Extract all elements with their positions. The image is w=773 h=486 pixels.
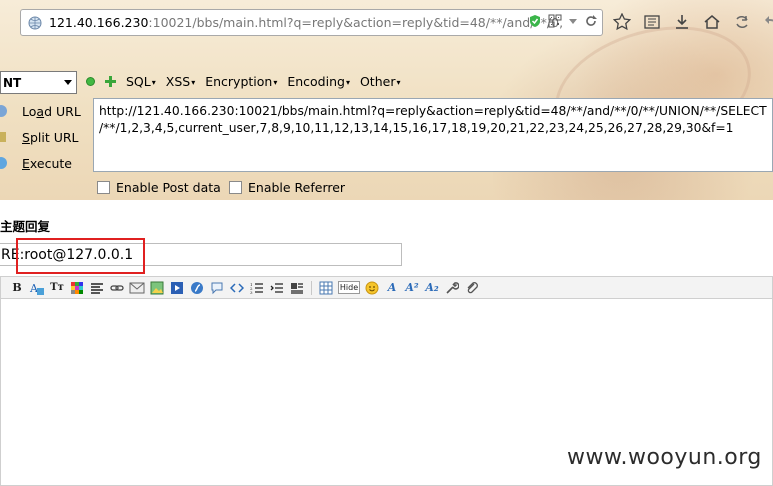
load-url-label-c: d URL bbox=[44, 103, 81, 119]
execute-label: Execute bbox=[22, 156, 72, 171]
enable-post-label: Enable Post data bbox=[116, 180, 221, 195]
menu-xss[interactable]: XSS bbox=[166, 74, 195, 89]
page-title: 主题回复 bbox=[0, 219, 51, 234]
menu-other[interactable]: Other bbox=[360, 74, 401, 89]
execute-label-a: E bbox=[22, 155, 30, 171]
svg-text:3: 3 bbox=[250, 290, 253, 295]
hackbar-url-textarea[interactable]: http://121.40.166.230:10021/bbs/main.htm… bbox=[93, 98, 773, 172]
font-color-icon[interactable]: A bbox=[29, 280, 45, 296]
table-icon[interactable] bbox=[318, 280, 334, 296]
subscript-icon[interactable]: A₂ bbox=[424, 280, 440, 296]
hackbar-menu: SQL XSS Encryption Encoding Other bbox=[86, 74, 400, 89]
enable-referrer-checkbox[interactable]: Enable Referrer bbox=[229, 180, 345, 195]
chevron-down-icon bbox=[64, 80, 72, 85]
split-url-icon bbox=[0, 130, 8, 144]
shield-icon[interactable] bbox=[528, 14, 542, 31]
load-url-label-a: Lo bbox=[22, 103, 37, 119]
code-icon[interactable] bbox=[229, 280, 245, 296]
browser-toolbar-buttons bbox=[612, 12, 773, 32]
smiley-icon[interactable] bbox=[364, 280, 380, 296]
bold-icon[interactable]: B bbox=[9, 280, 25, 296]
refresh-icon[interactable] bbox=[584, 14, 598, 31]
plus-icon[interactable] bbox=[105, 76, 116, 87]
superscript-icon[interactable]: A² bbox=[404, 280, 420, 296]
qr-code-icon[interactable] bbox=[548, 14, 562, 31]
ordered-list-icon[interactable]: 123 bbox=[249, 280, 265, 296]
hide-button[interactable]: Hide bbox=[338, 281, 360, 294]
execute-button[interactable]: Execute bbox=[0, 153, 90, 173]
color-grid-icon[interactable] bbox=[69, 280, 85, 296]
split-url-label: Split URL bbox=[22, 130, 79, 145]
wrench-icon[interactable] bbox=[444, 280, 460, 296]
load-url-button[interactable]: Load URL bbox=[0, 101, 90, 121]
star-icon[interactable] bbox=[612, 12, 632, 32]
quote-icon[interactable] bbox=[209, 280, 225, 296]
execute-label-b: xecute bbox=[29, 155, 72, 171]
menu-encryption[interactable]: Encryption bbox=[205, 74, 277, 89]
image-icon[interactable] bbox=[149, 280, 165, 296]
float-image-icon[interactable] bbox=[289, 280, 305, 296]
execute-icon bbox=[0, 156, 8, 170]
green-dot-icon[interactable] bbox=[86, 77, 95, 86]
load-url-label: Load URL bbox=[22, 104, 81, 119]
referrer-checkbox-box[interactable] bbox=[229, 181, 242, 194]
home-icon[interactable] bbox=[702, 12, 722, 32]
browser-chrome: 121.40.166.230:10021/bbs/main.html?q=rep… bbox=[0, 0, 773, 200]
indent-icon[interactable] bbox=[269, 280, 285, 296]
reader-icon[interactable] bbox=[642, 12, 662, 32]
post-checkbox-box[interactable] bbox=[97, 181, 110, 194]
menu-sql[interactable]: SQL bbox=[126, 74, 156, 89]
url-path: :10021/bbs/main.html?q=reply&action=repl… bbox=[148, 15, 564, 30]
toolbar-separator bbox=[311, 280, 312, 295]
media-icon[interactable] bbox=[169, 280, 185, 296]
split-url-button[interactable]: Split URL bbox=[0, 127, 90, 147]
dropdown-arrow-icon[interactable] bbox=[568, 14, 578, 31]
align-icon[interactable] bbox=[89, 280, 105, 296]
split-url-label-a: S bbox=[22, 129, 30, 145]
back-arrow-icon[interactable] bbox=[762, 12, 773, 32]
email-icon[interactable] bbox=[129, 280, 145, 296]
download-icon[interactable] bbox=[672, 12, 692, 32]
hackbar-select-value: NT bbox=[3, 75, 22, 90]
sync-icon[interactable] bbox=[732, 12, 752, 32]
load-url-label-b: a bbox=[36, 103, 45, 119]
globe-icon bbox=[27, 15, 43, 31]
enable-referrer-label: Enable Referrer bbox=[248, 180, 346, 195]
link-icon[interactable] bbox=[109, 280, 125, 296]
editor-toolbar: B A Tт 123 Hide A A² A₂ bbox=[0, 276, 773, 299]
menu-encoding[interactable]: Encoding bbox=[287, 74, 350, 89]
url-host: 121.40.166.230 bbox=[49, 15, 149, 30]
watermark: www.wooyun.org bbox=[567, 445, 762, 470]
highlight-box bbox=[16, 238, 145, 274]
load-url-icon bbox=[0, 104, 8, 118]
hackbar-select[interactable]: NT bbox=[0, 71, 77, 94]
font-size-icon[interactable]: Tт bbox=[49, 280, 65, 296]
address-bar[interactable]: 121.40.166.230:10021/bbs/main.html?q=rep… bbox=[20, 9, 603, 36]
font-style-icon-a[interactable]: A bbox=[384, 280, 400, 296]
enable-post-checkbox[interactable]: Enable Post data bbox=[97, 180, 221, 195]
attachment-icon[interactable] bbox=[464, 280, 480, 296]
split-url-label-b: plit URL bbox=[29, 129, 79, 145]
url-icons bbox=[528, 14, 598, 31]
flash-icon[interactable] bbox=[189, 280, 205, 296]
